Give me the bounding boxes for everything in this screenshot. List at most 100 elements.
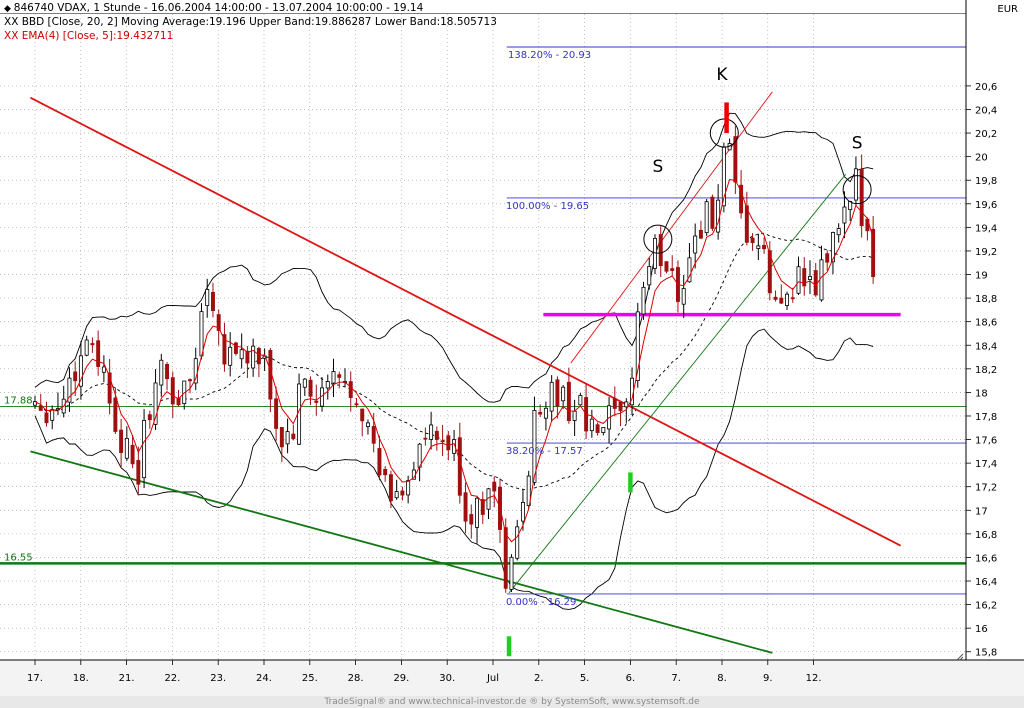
candle-body	[314, 400, 319, 403]
candle-body	[417, 443, 422, 468]
candle-body	[274, 398, 279, 429]
candle-body	[251, 345, 256, 369]
candle-body	[664, 261, 669, 272]
candle-body	[348, 381, 353, 398]
candle-body	[520, 501, 525, 522]
y-tick-label: 18,2	[975, 365, 997, 376]
candle-body	[101, 366, 106, 373]
x-tick-label: 23.	[210, 673, 226, 684]
y-tick-label: 20	[975, 153, 988, 164]
candle-body	[147, 414, 152, 421]
candle-body	[796, 266, 801, 294]
candle-body	[90, 343, 95, 346]
y-tick-label: 19,8	[975, 176, 997, 187]
candle-body	[388, 474, 393, 502]
candle-body	[400, 490, 405, 496]
currency-label: EUR	[997, 4, 1018, 15]
candle-body	[475, 497, 480, 528]
y-tick-label: 18,6	[975, 318, 997, 329]
candle-body	[360, 408, 365, 422]
y-tick-label: 17,8	[975, 412, 997, 423]
x-tick-label: 9.	[763, 673, 773, 684]
candle-body	[337, 374, 342, 378]
candle-body	[239, 349, 244, 360]
candle-body	[790, 297, 795, 300]
candle-body	[549, 381, 554, 412]
candle-body	[394, 491, 399, 499]
candle-body	[302, 378, 307, 388]
candle-body	[578, 395, 583, 406]
candle-body	[509, 556, 514, 590]
candle-body	[165, 364, 170, 380]
candle-body	[136, 460, 141, 485]
y-tick-label: 19	[975, 271, 988, 282]
y-tick-label: 16	[975, 624, 988, 635]
footer: TradeSignal® and www.technical-investor.…	[0, 696, 1024, 708]
x-tick-label: 12.	[806, 673, 822, 684]
candle-body	[819, 259, 824, 301]
candle-body	[124, 437, 129, 459]
y-tick-label: 20,6	[975, 82, 997, 93]
y-tick-label: 17	[975, 506, 988, 517]
y-tick-label: 20,2	[975, 129, 997, 140]
y-tick-label: 19,2	[975, 247, 997, 258]
candle-body	[566, 381, 571, 421]
candle-body	[647, 265, 652, 286]
chart-icon: ◆	[4, 4, 14, 14]
fibonacci-label: 138.20% - 20.93	[508, 50, 591, 61]
candle-body	[595, 424, 600, 433]
candle-body	[641, 286, 646, 315]
price-chart: 138.20% - 20.93 100.00% - 19.65 38.20% - 1…	[0, 0, 1024, 696]
candle-body	[188, 379, 192, 382]
candle-body	[601, 427, 606, 433]
candle-body	[670, 268, 675, 271]
candle-body	[785, 293, 790, 306]
candle-body	[773, 296, 778, 300]
header-line-1: 846740 VDAX, 1 Stunde - 16.06.2004 14:00…	[13, 2, 424, 14]
candle-body	[371, 426, 376, 444]
candle-body	[434, 430, 439, 440]
x-tick-label: 2.	[534, 673, 544, 684]
fibonacci-label: 38.20% - 17.57	[506, 446, 583, 457]
candle-body	[704, 201, 709, 234]
header-line-3: XX EMA(4) [Close, 5]:19.432711	[4, 30, 174, 42]
x-tick-label: 5.	[580, 673, 590, 684]
x-tick-label: 29.	[393, 673, 409, 684]
candle-body	[50, 409, 55, 421]
x-tick-label: 30.	[439, 673, 455, 684]
y-tick-label: 18,8	[975, 294, 997, 305]
candle-body	[205, 289, 210, 307]
level-label: 16.55	[4, 552, 33, 563]
candle-body	[199, 311, 204, 357]
y-tick-label: 16,2	[975, 601, 997, 612]
y-tick-label: 19,4	[975, 223, 997, 234]
candle-body	[624, 401, 629, 408]
level-label: 17.88	[4, 396, 33, 407]
candle-body	[572, 410, 577, 421]
fibonacci-label: 0.00% - 16.29	[506, 597, 576, 608]
x-tick-label: 17.	[27, 673, 43, 684]
candle-body	[210, 292, 215, 311]
candle-body	[589, 418, 594, 432]
candle-body	[853, 168, 858, 201]
candle-body	[515, 526, 520, 559]
y-tick-label: 16,8	[975, 530, 997, 541]
candle-body	[406, 480, 411, 496]
candle-body	[538, 411, 543, 415]
y-tick-label: 16,6	[975, 553, 997, 564]
x-axis-area	[0, 660, 1024, 696]
candle-body	[113, 397, 118, 432]
x-tick-label: 18.	[73, 673, 89, 684]
candle-body	[463, 492, 468, 522]
candle-body	[555, 379, 560, 407]
candle-body	[813, 270, 818, 296]
x-tick-label: 24.	[256, 673, 272, 684]
candle-body	[130, 444, 135, 465]
candle-body	[233, 342, 238, 354]
pattern-label: S	[652, 157, 663, 177]
y-tick-label: 15,8	[975, 648, 997, 659]
y-tick-label: 20,4	[975, 105, 997, 116]
candle-body	[693, 235, 698, 254]
x-tick-label: 7.	[671, 673, 681, 684]
candle-body	[457, 437, 462, 496]
